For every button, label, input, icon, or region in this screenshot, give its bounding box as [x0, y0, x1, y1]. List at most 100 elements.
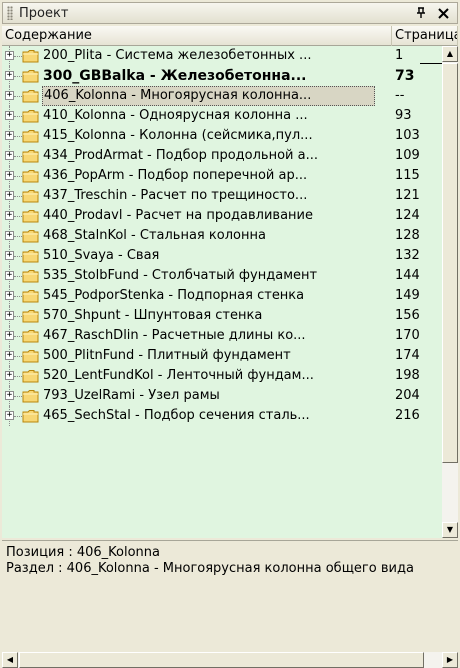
tree-item-label[interactable]: 436_PopArm - Подбор поперечной ар...	[42, 166, 375, 186]
folder-icon	[22, 329, 39, 343]
expand-icon[interactable]: +	[5, 251, 14, 260]
tree-row[interactable]: +200_Plita - Система железобетонных ... 1	[2, 46, 442, 66]
horizontal-scroll-thumb[interactable]	[19, 652, 424, 668]
tree-row[interactable]: +510_Svaya - Свая 132	[2, 246, 442, 266]
tree-row[interactable]: +406_Kolonna - Многоярусная колонна... --	[2, 86, 442, 106]
tree-item-label[interactable]: 468_StalnKol - Стальная колонна	[42, 226, 375, 246]
expand-icon[interactable]: +	[5, 191, 14, 200]
tree-item-label[interactable]: 510_Svaya - Свая	[42, 246, 375, 266]
tree-connector	[14, 316, 22, 317]
tree-item-page: 216	[395, 408, 420, 423]
tree-item-page: 124	[395, 208, 420, 223]
expand-icon[interactable]: +	[5, 271, 14, 280]
tree-item-page: 128	[395, 228, 420, 243]
tree-item-page: 204	[395, 388, 420, 403]
tree-row[interactable]: +520_LentFundKol - Ленточный фундам... 19…	[2, 366, 442, 386]
info-section: Раздел : 406_Kolonna - Многоярусная коло…	[6, 561, 414, 576]
close-icon-glyph	[437, 7, 449, 19]
expand-icon[interactable]: +	[5, 111, 14, 120]
expand-icon[interactable]: +	[5, 171, 14, 180]
tree-item-page: 144	[395, 268, 420, 283]
expand-icon[interactable]: +	[5, 411, 14, 420]
tree-row[interactable]: +437_Treschin - Расчет по трещиносто... 1…	[2, 186, 442, 206]
tree-row[interactable]: +300_GBBalka - Железобетонна... 73	[2, 66, 442, 86]
folder-icon	[22, 169, 39, 183]
tree-item-label[interactable]: 434_ProdArmat - Подбор продольной а...	[42, 146, 375, 166]
tree-row[interactable]: +415_Kolonna - Колонна (сейсмика,пул... 1…	[2, 126, 442, 146]
tree-item-page: 149	[395, 288, 420, 303]
folder-icon	[22, 289, 39, 303]
expand-icon[interactable]: +	[5, 151, 14, 160]
tree-item-label[interactable]: 535_StolbFund - Столбчатый фундамент	[42, 266, 375, 286]
tree-item-label[interactable]: 570_Shpunt - Шпунтовая стенка	[42, 306, 375, 326]
tree-item-label[interactable]: 545_PodporStenka - Подпорная стенка	[42, 286, 375, 306]
project-tree[interactable]: +200_Plita - Система железобетонных ... 1…	[2, 46, 442, 538]
tree-item-label[interactable]: 440_Prodavl - Расчет на продавливание	[42, 206, 375, 226]
folder-icon	[22, 369, 39, 383]
tree-item-label[interactable]: 415_Kolonna - Колонна (сейсмика,пул...	[42, 126, 375, 146]
expand-icon[interactable]: +	[5, 51, 14, 60]
folder-icon	[22, 49, 39, 63]
expand-icon[interactable]: +	[5, 351, 14, 360]
tree-row[interactable]: +535_StolbFund - Столбчатый фундамент 144	[2, 266, 442, 286]
tree-connector	[14, 116, 22, 117]
tree-connector	[14, 236, 22, 237]
tree-item-label[interactable]: 300_GBBalka - Железобетонна...	[42, 66, 375, 86]
scroll-right-button[interactable]: ▶	[442, 652, 458, 668]
scroll-left-button[interactable]: ◀	[2, 652, 18, 668]
tree-row[interactable]: +545_PodporStenka - Подпорная стенка 149	[2, 286, 442, 306]
tree-item-label[interactable]: 410_Kolonna - Одноярусная колонна ...	[42, 106, 375, 126]
tree-row[interactable]: +436_PopArm - Подбор поперечной ар... 115	[2, 166, 442, 186]
expand-icon[interactable]: +	[5, 331, 14, 340]
expand-icon[interactable]: +	[5, 211, 14, 220]
tree-item-label[interactable]: 437_Treschin - Расчет по трещиносто...	[42, 186, 375, 206]
horizontal-scrollbar[interactable]: ◀ ▶	[2, 652, 458, 668]
tree-row[interactable]: +468_StalnKol - Стальная колонна 128	[2, 226, 442, 246]
tree-connector	[14, 336, 22, 337]
vertical-scroll-thumb[interactable]	[442, 63, 458, 463]
tree-row[interactable]: +793_UzelRami - Узел рамы 204	[2, 386, 442, 406]
panel-titlebar[interactable]: Проект	[2, 2, 458, 24]
tree-row[interactable]: +440_Prodavl - Расчет на продавливание 12…	[2, 206, 442, 226]
tree-row[interactable]: +434_ProdArmat - Подбор продольной а... 1…	[2, 146, 442, 166]
scroll-up-button[interactable]: ▲	[442, 46, 458, 62]
tree-item-label[interactable]: 467_RaschDlin - Расчетные длины ко...	[42, 326, 375, 346]
tree-connector	[14, 256, 22, 257]
tree-item-label[interactable]: 406_Kolonna - Многоярусная колонна...	[42, 86, 375, 106]
tree-item-label[interactable]: 520_LentFundKol - Ленточный фундам...	[42, 366, 375, 386]
tree-item-label[interactable]: 200_Plita - Система железобетонных ...	[42, 46, 375, 66]
tree-connector	[14, 136, 22, 137]
expand-icon[interactable]: +	[5, 311, 14, 320]
vertical-scrollbar[interactable]: ▲ ▼	[442, 46, 458, 538]
tree-row[interactable]: +410_Kolonna - Одноярусная колонна ... 93	[2, 106, 442, 126]
tree-row[interactable]: +500_PlitnFund - Плитный фундамент 174	[2, 346, 442, 366]
panel-title: Проект	[19, 5, 69, 21]
tree-item-page: 198	[395, 368, 420, 383]
close-icon[interactable]	[435, 5, 451, 21]
tree-connector	[14, 356, 22, 357]
tree-row[interactable]: +570_Shpunt - Шпунтовая стенка 156	[2, 306, 442, 326]
expand-icon[interactable]: +	[5, 131, 14, 140]
folder-icon	[22, 129, 39, 143]
scroll-down-button[interactable]: ▼	[442, 522, 458, 538]
tree-connector	[14, 396, 22, 397]
drag-grip-icon[interactable]	[7, 6, 13, 20]
tree-row[interactable]: +465_SechStal - Подбор сечения сталь... 2…	[2, 406, 442, 426]
tree-item-label[interactable]: 465_SechStal - Подбор сечения сталь...	[42, 406, 375, 426]
expand-icon[interactable]: +	[5, 291, 14, 300]
expand-icon[interactable]: +	[5, 71, 14, 80]
expand-icon[interactable]: +	[5, 391, 14, 400]
tree-row[interactable]: +467_RaschDlin - Расчетные длины ко... 17…	[2, 326, 442, 346]
column-header-content[interactable]: Содержание	[2, 26, 392, 46]
expand-icon[interactable]: +	[5, 371, 14, 380]
column-header-page[interactable]: Страница	[392, 26, 458, 46]
tree-connector	[14, 216, 22, 217]
tree-item-page: 1	[395, 48, 404, 63]
tree-item-label[interactable]: 793_UzelRami - Узел рамы	[42, 386, 375, 406]
tree-item-page: 73	[395, 68, 415, 84]
tree-item-label[interactable]: 500_PlitnFund - Плитный фундамент	[42, 346, 375, 366]
expand-icon[interactable]: +	[5, 91, 14, 100]
pin-icon[interactable]	[413, 5, 429, 21]
folder-icon	[22, 209, 39, 223]
expand-icon[interactable]: +	[5, 231, 14, 240]
